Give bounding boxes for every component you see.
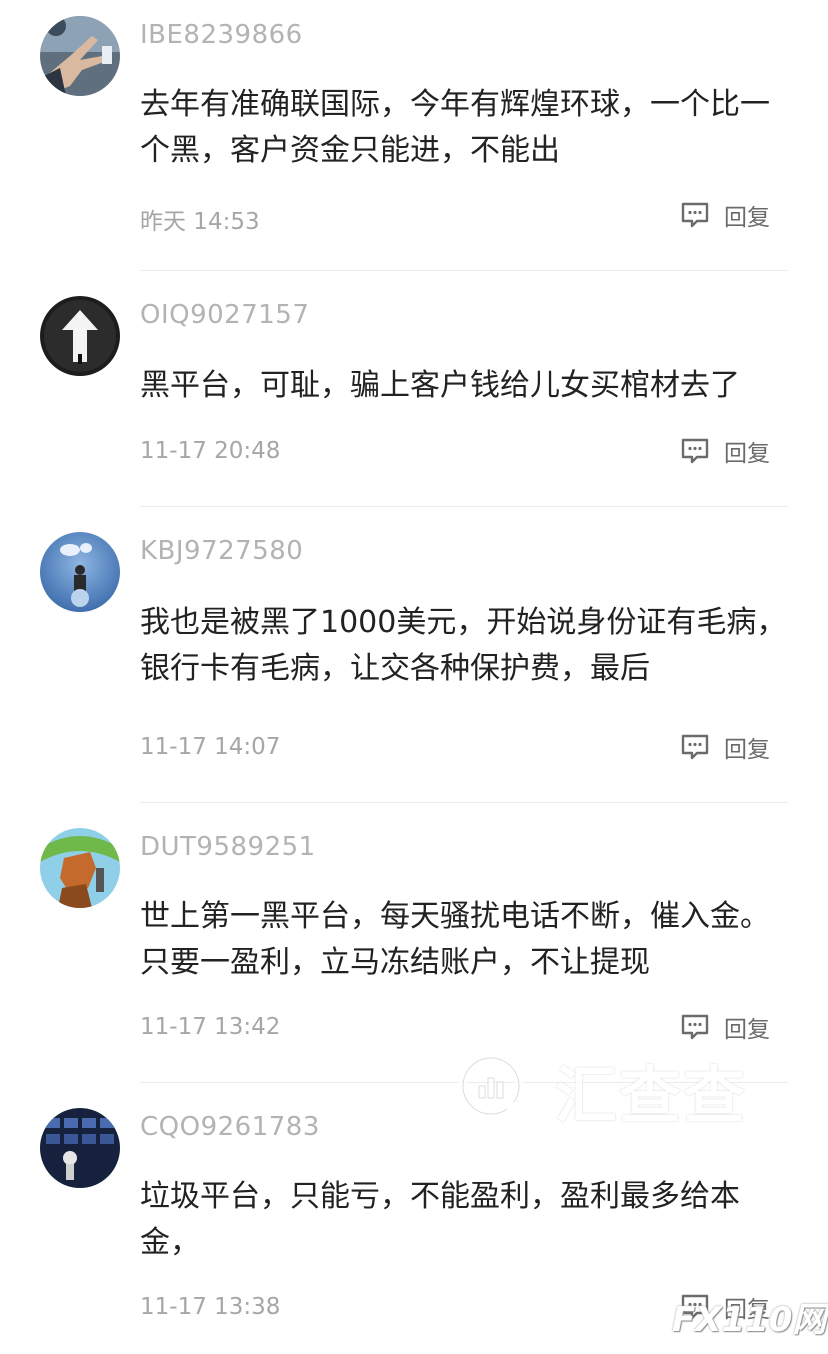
divider <box>140 802 788 803</box>
corner-watermark: FX110网 <box>672 1300 827 1340</box>
reply-button[interactable]: 回复 <box>680 1012 770 1043</box>
username[interactable]: IBE8239866 <box>140 20 303 50</box>
user-avatar[interactable] <box>40 828 120 908</box>
username[interactable]: DUT9589251 <box>140 832 316 862</box>
brand-watermark: 汇查查 <box>455 1045 755 1135</box>
reply-label: 回复 <box>724 737 770 763</box>
divider <box>140 270 788 271</box>
comment-time: 11-17 13:38 <box>140 1294 281 1320</box>
user-avatar[interactable] <box>40 296 120 376</box>
reply-label: 回复 <box>724 441 770 467</box>
avatar-keyboard-icon <box>40 1108 120 1188</box>
comment-bubble-icon <box>681 1014 709 1040</box>
comment-text: 垃圾平台，只能亏，不能盈利，盈利最多给本金， <box>140 1179 740 1260</box>
reply-button[interactable]: 回复 <box>680 200 770 231</box>
avatar-thinker-icon <box>40 532 120 612</box>
brand-watermark-text: 汇查查 <box>555 1059 748 1132</box>
comment-text: 我也是被黑了1000美元，开始说身份证有毛病，银行卡有毛病，让交各种保护费，最后 <box>140 605 787 686</box>
avatar-hand-icon <box>40 16 120 96</box>
avatar-arrow-icon <box>40 296 120 376</box>
divider <box>140 506 788 507</box>
comment-time: 11-17 14:07 <box>140 734 281 760</box>
comment-text: 黑平台，可耻，骗上客户钱给儿女买棺材去了 <box>140 368 740 403</box>
comment-text: 世上第一黑平台，每天骚扰电话不断，催入金。只要一盈利，立马冻结账户，不让提现 <box>140 899 770 980</box>
comment-bubble-icon <box>681 438 709 464</box>
comment-bubble-icon <box>681 202 709 228</box>
user-avatar[interactable] <box>40 532 120 612</box>
comment-time: 11-17 13:42 <box>140 1014 281 1040</box>
magnifier-chart-icon <box>458 1053 532 1127</box>
comment-time: 11-17 20:48 <box>140 438 281 464</box>
user-avatar[interactable] <box>40 16 120 96</box>
comment-time: 昨天 14:53 <box>140 209 260 235</box>
avatar-fist-money-icon <box>40 828 120 908</box>
username[interactable]: KBJ9727580 <box>140 536 303 566</box>
user-avatar[interactable] <box>40 1108 120 1188</box>
reply-label: 回复 <box>724 205 770 231</box>
comment-bubble-icon <box>681 734 709 760</box>
comment-text: 去年有准确联国际，今年有辉煌环球，一个比一个黑，客户资金只能进，不能出 <box>140 87 770 168</box>
username[interactable]: OIQ9027157 <box>140 300 309 330</box>
reply-button[interactable]: 回复 <box>680 732 770 763</box>
reply-button[interactable]: 回复 <box>680 436 770 467</box>
username[interactable]: CQO9261783 <box>140 1112 320 1142</box>
reply-label: 回复 <box>724 1017 770 1043</box>
